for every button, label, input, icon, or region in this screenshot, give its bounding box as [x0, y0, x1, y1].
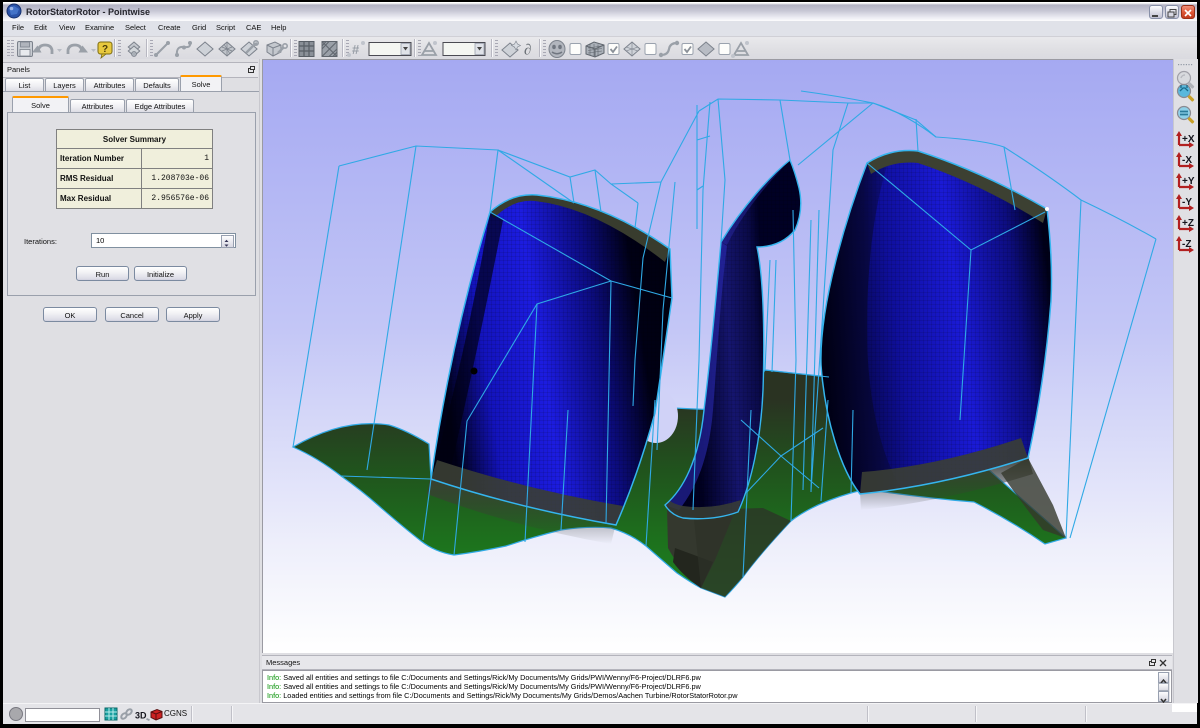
- svg-text:-Y: -Y: [1182, 197, 1192, 208]
- svg-text:3D: 3D: [135, 711, 147, 721]
- svg-text:∂: ∂: [524, 43, 531, 59]
- svg-text:?: ?: [102, 44, 108, 55]
- svg-text:+Z: +Z: [1182, 218, 1194, 229]
- svg-text:-Z: -Z: [1182, 239, 1191, 250]
- svg-text:-X: -X: [1182, 155, 1192, 166]
- svg-text:+X: +X: [1182, 134, 1195, 145]
- svg-text:#: #: [352, 42, 360, 57]
- svg-text:+Y: +Y: [1182, 176, 1195, 187]
